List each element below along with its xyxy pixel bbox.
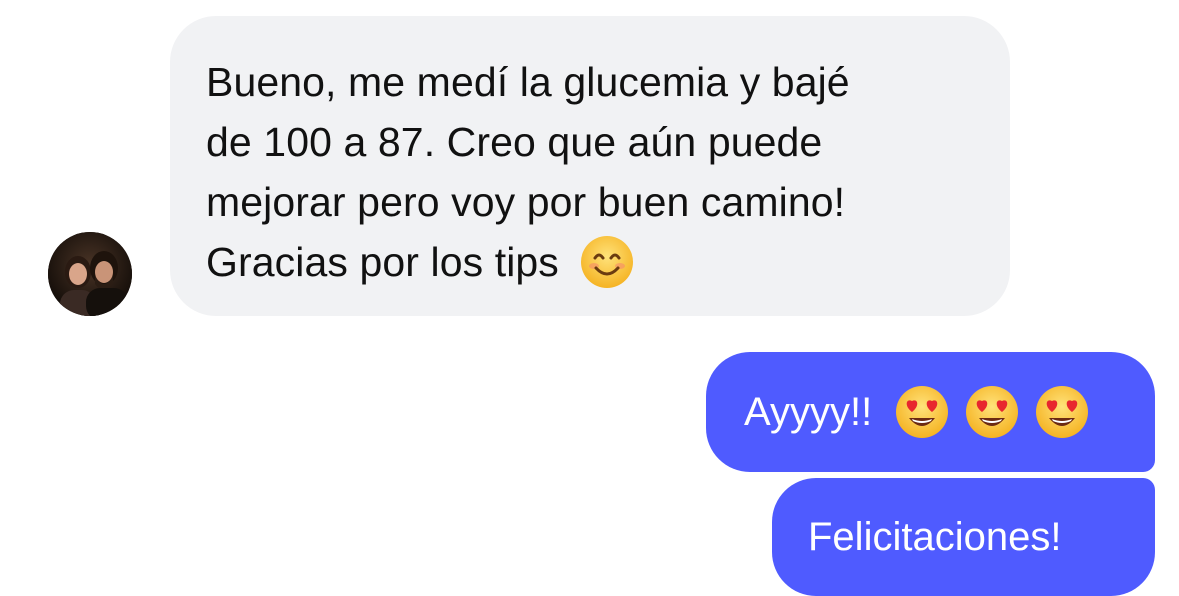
heart-eyes-icon [964,384,1020,440]
message-text-line: de 100 a 87. Creo que aún puede [206,119,823,165]
message-text: Felicitaciones! [808,514,1062,559]
contact-avatar[interactable] [48,232,132,316]
message-text-line: Gracias por los tips [206,239,559,285]
heart-eyes-icon [894,384,950,440]
message-text-line: Bueno, me medí la glucemia y bajé [206,59,850,105]
message-text-line-last: Gracias por los tips [206,232,974,292]
smiling-face-icon [579,234,635,290]
outgoing-message-bubble[interactable]: Ayyyy!! [706,352,1155,472]
message-text-line: mejorar pero voy por buen camino! [206,179,846,225]
incoming-message-bubble[interactable]: Bueno, me medí la glucemia y bajé de 100… [170,16,1010,316]
outgoing-message-bubble[interactable]: Felicitaciones! [772,478,1155,596]
heart-eyes-icon [1034,384,1090,440]
user-avatar-photo-icon [48,232,132,316]
message-text: Ayyyy!! [744,389,873,434]
